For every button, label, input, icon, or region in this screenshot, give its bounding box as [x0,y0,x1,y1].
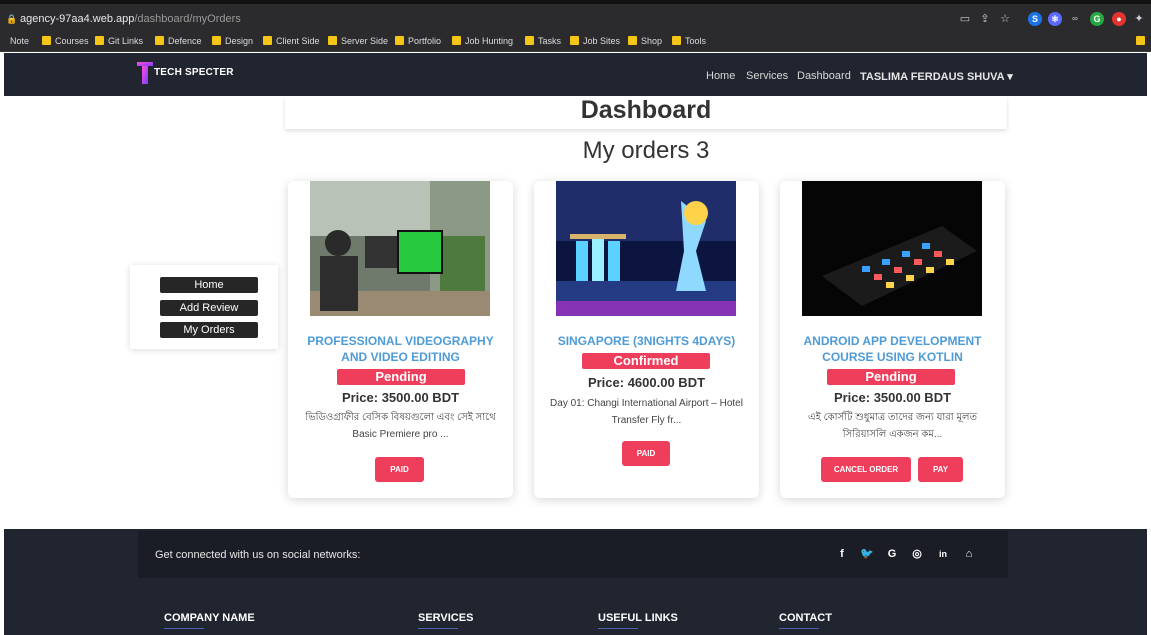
bookmark-tools[interactable]: Tools [672,35,706,48]
order-description: ভিডিওগ্রাফীর বেসিক বিষয়গুলো এবং সেই সাথ… [305,412,496,440]
bookmark-git-links[interactable]: Git Links [95,35,143,48]
order-title: SINGAPORE (3NIGHTS 4DAYS) [557,334,736,348]
bookmark-tasks[interactable]: Tasks [525,35,561,48]
footer-heading-useful-links: USEFUL LINKS [598,612,678,624]
folder-icon [672,36,681,45]
footer-heading-contact: CONTACT [779,612,832,624]
lock-icon: 🔒 [6,14,18,24]
bookmark-design[interactable]: Design [212,35,253,48]
bookmark-client-side[interactable]: Client Side [263,35,320,48]
twitter-icon[interactable]: 🐦 [860,547,874,561]
pay-button[interactable]: PAY [918,457,963,482]
folder-icon [212,36,221,45]
puzzle-icon[interactable]: ✦ [1132,12,1146,26]
footer-divider [779,628,819,629]
order-price: Price: 4600.00 BDT [587,375,706,390]
order-price: Price: 3500.00 BDT [341,390,460,405]
extension-s-icon[interactable]: S [1028,12,1042,26]
footer-divider [418,628,458,629]
bookmark-server-side[interactable]: Server Side [328,35,388,48]
tab-search-icon[interactable]: ▭ [958,12,972,26]
folder-icon [525,36,534,45]
footer-divider [598,628,638,629]
order-card: SINGAPORE (3NIGHTS 4DAYS) Confirmed Pric… [534,181,759,498]
nav-home[interactable]: Home [706,70,735,82]
order-description: Day 01: Changi International Airport – H… [550,398,743,426]
bookmark-note[interactable]: Note [10,35,29,48]
order-title: PROFESSIONAL VIDEOGRAPHY AND VIDEO EDITI… [307,334,494,364]
folder-icon [42,36,51,45]
bookmark-job-hunting[interactable]: Job Hunting [452,35,513,48]
order-price: Price: 3500.00 BDT [833,390,952,405]
github-icon[interactable]: ⌂ [962,547,976,561]
bookmarks-bar: Note Courses Git Links Defence Design Cl… [0,30,1151,52]
order-image-videography [310,181,490,316]
folder-icon [570,36,579,45]
order-status-badge: Confirmed [582,353,710,369]
extension-dots-icon[interactable]: ∞ [1068,12,1082,26]
google-icon[interactable]: G [885,547,899,561]
extension-red-icon[interactable]: ● [1112,12,1126,26]
footer-heading-services: SERVICES [418,612,474,624]
paid-button[interactable]: PAID [375,457,424,482]
folder-icon [263,36,272,45]
order-status-badge: Pending [337,369,465,385]
folder-icon [95,36,104,45]
facebook-icon[interactable]: f [835,547,849,561]
star-icon[interactable]: ☆ [998,12,1012,26]
url-field[interactable]: 🔒 agency-97aa4.web.app/dashboard/myOrders [6,11,906,27]
order-title: ANDROID APP DEVELOPMENT COURSE USING KOT… [803,334,982,364]
cancel-order-button[interactable]: CANCEL ORDER [821,457,911,482]
side-add-review-button[interactable]: Add Review [160,300,258,316]
order-description: এই কোর্সটি শুধুমাত্র তাদের জন্য যারা মূল… [808,412,977,440]
order-card: ANDROID APP DEVELOPMENT COURSE USING KOT… [780,181,1005,498]
orders-count-title: My orders 3 [582,137,710,164]
paid-button[interactable]: PAID [622,441,670,466]
bookmark-job-sites[interactable]: Job Sites [570,35,620,48]
footer-divider [164,628,204,629]
footer-heading-company: COMPANY NAME [164,612,255,624]
linkedin-icon[interactable]: in [936,547,950,561]
extension-grammarly-icon[interactable]: G [1090,12,1104,26]
brand-name: TECH SPECTER [154,67,234,78]
bookmark-portfolio[interactable]: Portfolio [395,35,441,48]
bookmark-courses[interactable]: Courses [42,35,89,48]
social-text: Get connected with us on social networks… [155,549,361,561]
bookmark-defence[interactable]: Defence [155,35,202,48]
bookmark-shop[interactable]: Shop [628,35,662,48]
order-image-android [802,181,982,316]
extension-react-icon[interactable]: ⚛ [1048,12,1062,26]
share-icon[interactable]: ⇪ [978,12,992,26]
side-home-button[interactable]: Home [160,277,258,293]
url-path: /dashboard/myOrders [134,13,241,25]
page-title: Dashboard [580,96,712,124]
logo-t-icon [137,62,153,84]
browser-address-bar: 🔒 agency-97aa4.web.app/dashboard/myOrders… [0,0,1151,30]
folder-icon [395,36,404,45]
folder-icon [628,36,637,45]
nav-dashboard[interactable]: Dashboard [797,70,851,82]
url-host: agency-97aa4.web.app [20,13,135,25]
folder-icon [155,36,164,45]
order-status-badge: Pending [827,369,955,385]
user-menu-dropdown[interactable]: TASLIMA FERDAUS SHUVA ▾ [860,70,1013,83]
dashboard-side-menu: Home Add Review My Orders [130,265,278,349]
side-my-orders-button[interactable]: My Orders [160,322,258,338]
folder-icon [452,36,461,45]
nav-services[interactable]: Services [746,70,788,82]
order-card: PROFESSIONAL VIDEOGRAPHY AND VIDEO EDITI… [288,181,513,498]
order-image-singapore [556,181,736,316]
folder-icon [328,36,337,45]
other-bookmarks-icon[interactable] [1136,35,1149,48]
instagram-icon[interactable]: ◎ [910,547,924,561]
